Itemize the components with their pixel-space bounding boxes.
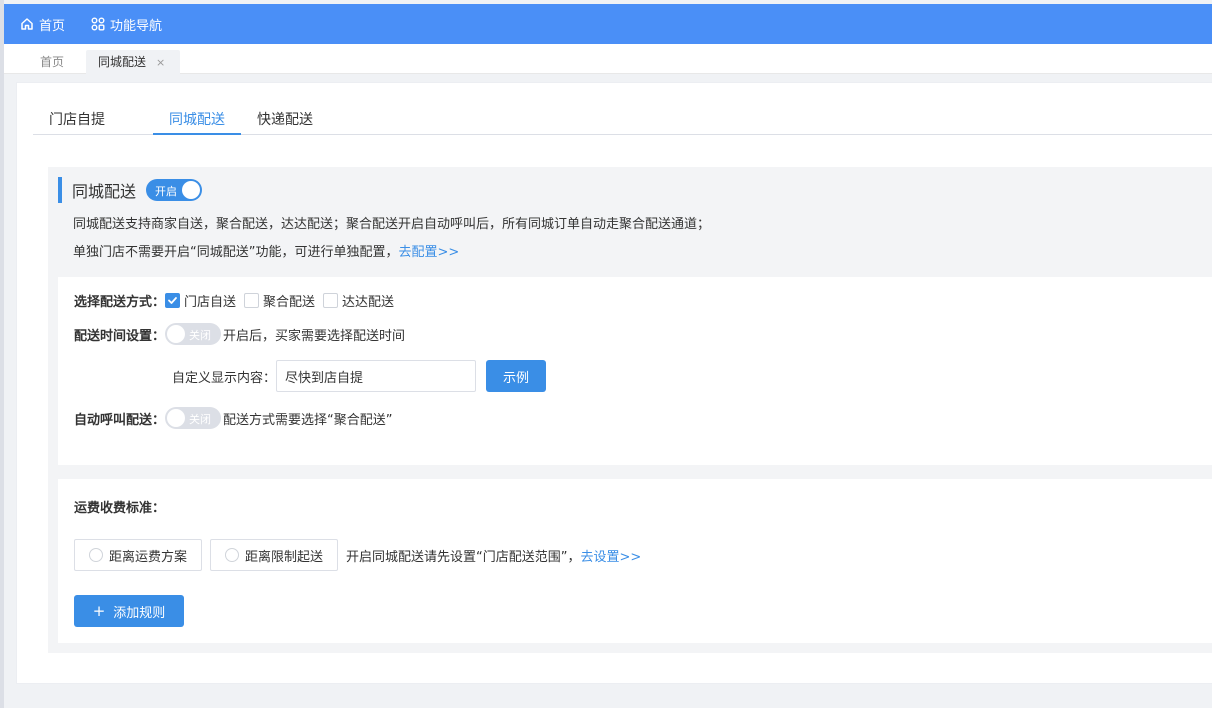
fee-label: 运费收费标准： xyxy=(74,501,166,516)
time-setting-label: 配送时间设置： xyxy=(74,328,166,344)
nav-function[interactable]: 功能导航 xyxy=(91,15,162,34)
checkbox-dada-delivery[interactable]: 达达配送 xyxy=(323,291,394,310)
nav-function-label: 功能导航 xyxy=(110,18,163,34)
grid-icon xyxy=(91,17,105,31)
settings-card: 选择配送方式： 门店自送 聚合配送 达达配送 配送时间设置： 关闭 开启后，买家… xyxy=(58,277,1212,465)
radio-icon xyxy=(225,548,240,562)
plus-icon: + xyxy=(92,602,106,620)
example-button[interactable]: 示例 xyxy=(486,360,547,392)
delivery-tabs: 门店自提 同城配送 快递配送 xyxy=(33,101,1212,135)
nav-home-label: 首页 xyxy=(39,18,66,34)
toggle-knob xyxy=(182,181,201,199)
section-title-text: 同城配送 xyxy=(72,182,137,201)
custom-content-row: 自定义显示内容： 尽快到店自提 示例 xyxy=(172,360,547,392)
toggle-label: 关闭 xyxy=(189,329,212,342)
toggle-label: 开启 xyxy=(155,185,178,198)
home-icon xyxy=(21,18,33,30)
radio-distance-fee[interactable]: 距离运费方案 xyxy=(74,539,203,571)
city-delivery-panel: 同城配送 开启 同城配送支持商家自送，聚合配送，达达配送；聚合配送开启自动呼叫后… xyxy=(48,167,1212,653)
city-delivery-toggle[interactable]: 开启 xyxy=(146,179,203,201)
checkbox-icon xyxy=(244,293,260,308)
main-content: 门店自提 同城配送 快递配送 同城配送 开启 同城配送支持商家自送，聚合配送，达… xyxy=(16,82,1212,684)
tab-express[interactable]: 快递配送 xyxy=(257,109,313,135)
toggle-knob xyxy=(167,409,186,427)
auto-call-label: 自动呼叫配送： xyxy=(74,412,166,428)
checkbox-store-delivery[interactable]: 门店自送 xyxy=(165,291,236,310)
left-border xyxy=(0,0,4,708)
checkbox-aggregate-delivery[interactable]: 聚合配送 xyxy=(244,291,315,310)
fee-card: 运费收费标准： 距离运费方案 距离限制起送 开启同城配送请先设置“门店配送范围”… xyxy=(58,479,1212,643)
close-icon[interactable]: × xyxy=(156,56,165,69)
nav-home[interactable]: 首页 xyxy=(20,15,65,34)
delivery-method-label: 选择配送方式： xyxy=(74,295,166,310)
custom-content-label: 自定义显示内容： xyxy=(172,370,277,386)
checkbox-icon xyxy=(323,293,339,308)
description-text: 单独门店不需要开启“同城配送”功能，可进行单独配置， xyxy=(73,245,399,260)
page-tab-active[interactable]: 同城配送 × xyxy=(86,50,180,74)
fee-hint: 开启同城配送请先设置“门店配送范围”， xyxy=(346,549,581,565)
fee-options-row: 距离运费方案 距离限制起送 开启同城配送请先设置“门店配送范围”， 去设置>> xyxy=(74,539,641,571)
tab-city-delivery[interactable]: 同城配送 xyxy=(153,109,241,135)
section-title: 同城配送 开启 xyxy=(58,177,203,203)
radio-label: 距离限制起送 xyxy=(245,549,324,565)
auto-call-hint: 配送方式需要选择“聚合配送” xyxy=(223,412,393,428)
time-setting-hint: 开启后，买家需要选择配送时间 xyxy=(223,328,406,344)
toggle-label: 关闭 xyxy=(189,413,212,426)
go-setting-link[interactable]: 去设置>> xyxy=(581,546,642,565)
section-description-1: 同城配送支持商家自送，聚合配送，达达配送；聚合配送开启自动呼叫后，所有同城订单自… xyxy=(73,217,711,232)
add-rule-row: + 添加规则 xyxy=(74,595,184,627)
toggle-knob xyxy=(167,325,186,343)
radio-label: 距离运费方案 xyxy=(109,549,188,565)
fee-label-row: 运费收费标准： xyxy=(74,497,165,516)
section-description-2: 单独门店不需要开启“同城配送”功能，可进行单独配置，去配置>> xyxy=(73,241,459,260)
checkbox-checked-icon xyxy=(165,293,181,308)
radio-icon xyxy=(89,548,103,562)
radio-distance-limit[interactable]: 距离限制起送 xyxy=(210,539,339,571)
page-tab-bar: 首页 同城配送 × xyxy=(4,44,1212,74)
page-tab-home[interactable]: 首页 xyxy=(40,50,64,74)
time-setting-toggle[interactable]: 关闭 xyxy=(165,323,222,345)
add-rule-button[interactable]: + 添加规则 xyxy=(74,595,184,627)
top-nav: 首页 功能导航 xyxy=(4,4,1212,44)
auto-call-toggle[interactable]: 关闭 xyxy=(165,407,222,429)
time-setting-row: 配送时间设置： 关闭 开启后，买家需要选择配送时间 xyxy=(74,323,405,345)
custom-content-input[interactable]: 尽快到店自提 xyxy=(276,360,477,392)
checkbox-label: 达达配送 xyxy=(342,295,395,310)
add-rule-label: 添加规则 xyxy=(113,605,166,621)
page-tab-active-label: 同城配送 xyxy=(98,55,147,69)
configure-link[interactable]: 去配置>> xyxy=(398,245,459,260)
checkbox-label: 聚合配送 xyxy=(263,295,316,310)
delivery-method-row: 选择配送方式： 门店自送 聚合配送 达达配送 xyxy=(74,291,402,310)
checkbox-label: 门店自送 xyxy=(184,295,237,310)
tab-pickup[interactable]: 门店自提 xyxy=(49,109,105,135)
auto-call-row: 自动呼叫配送： 关闭 配送方式需要选择“聚合配送” xyxy=(74,407,393,429)
